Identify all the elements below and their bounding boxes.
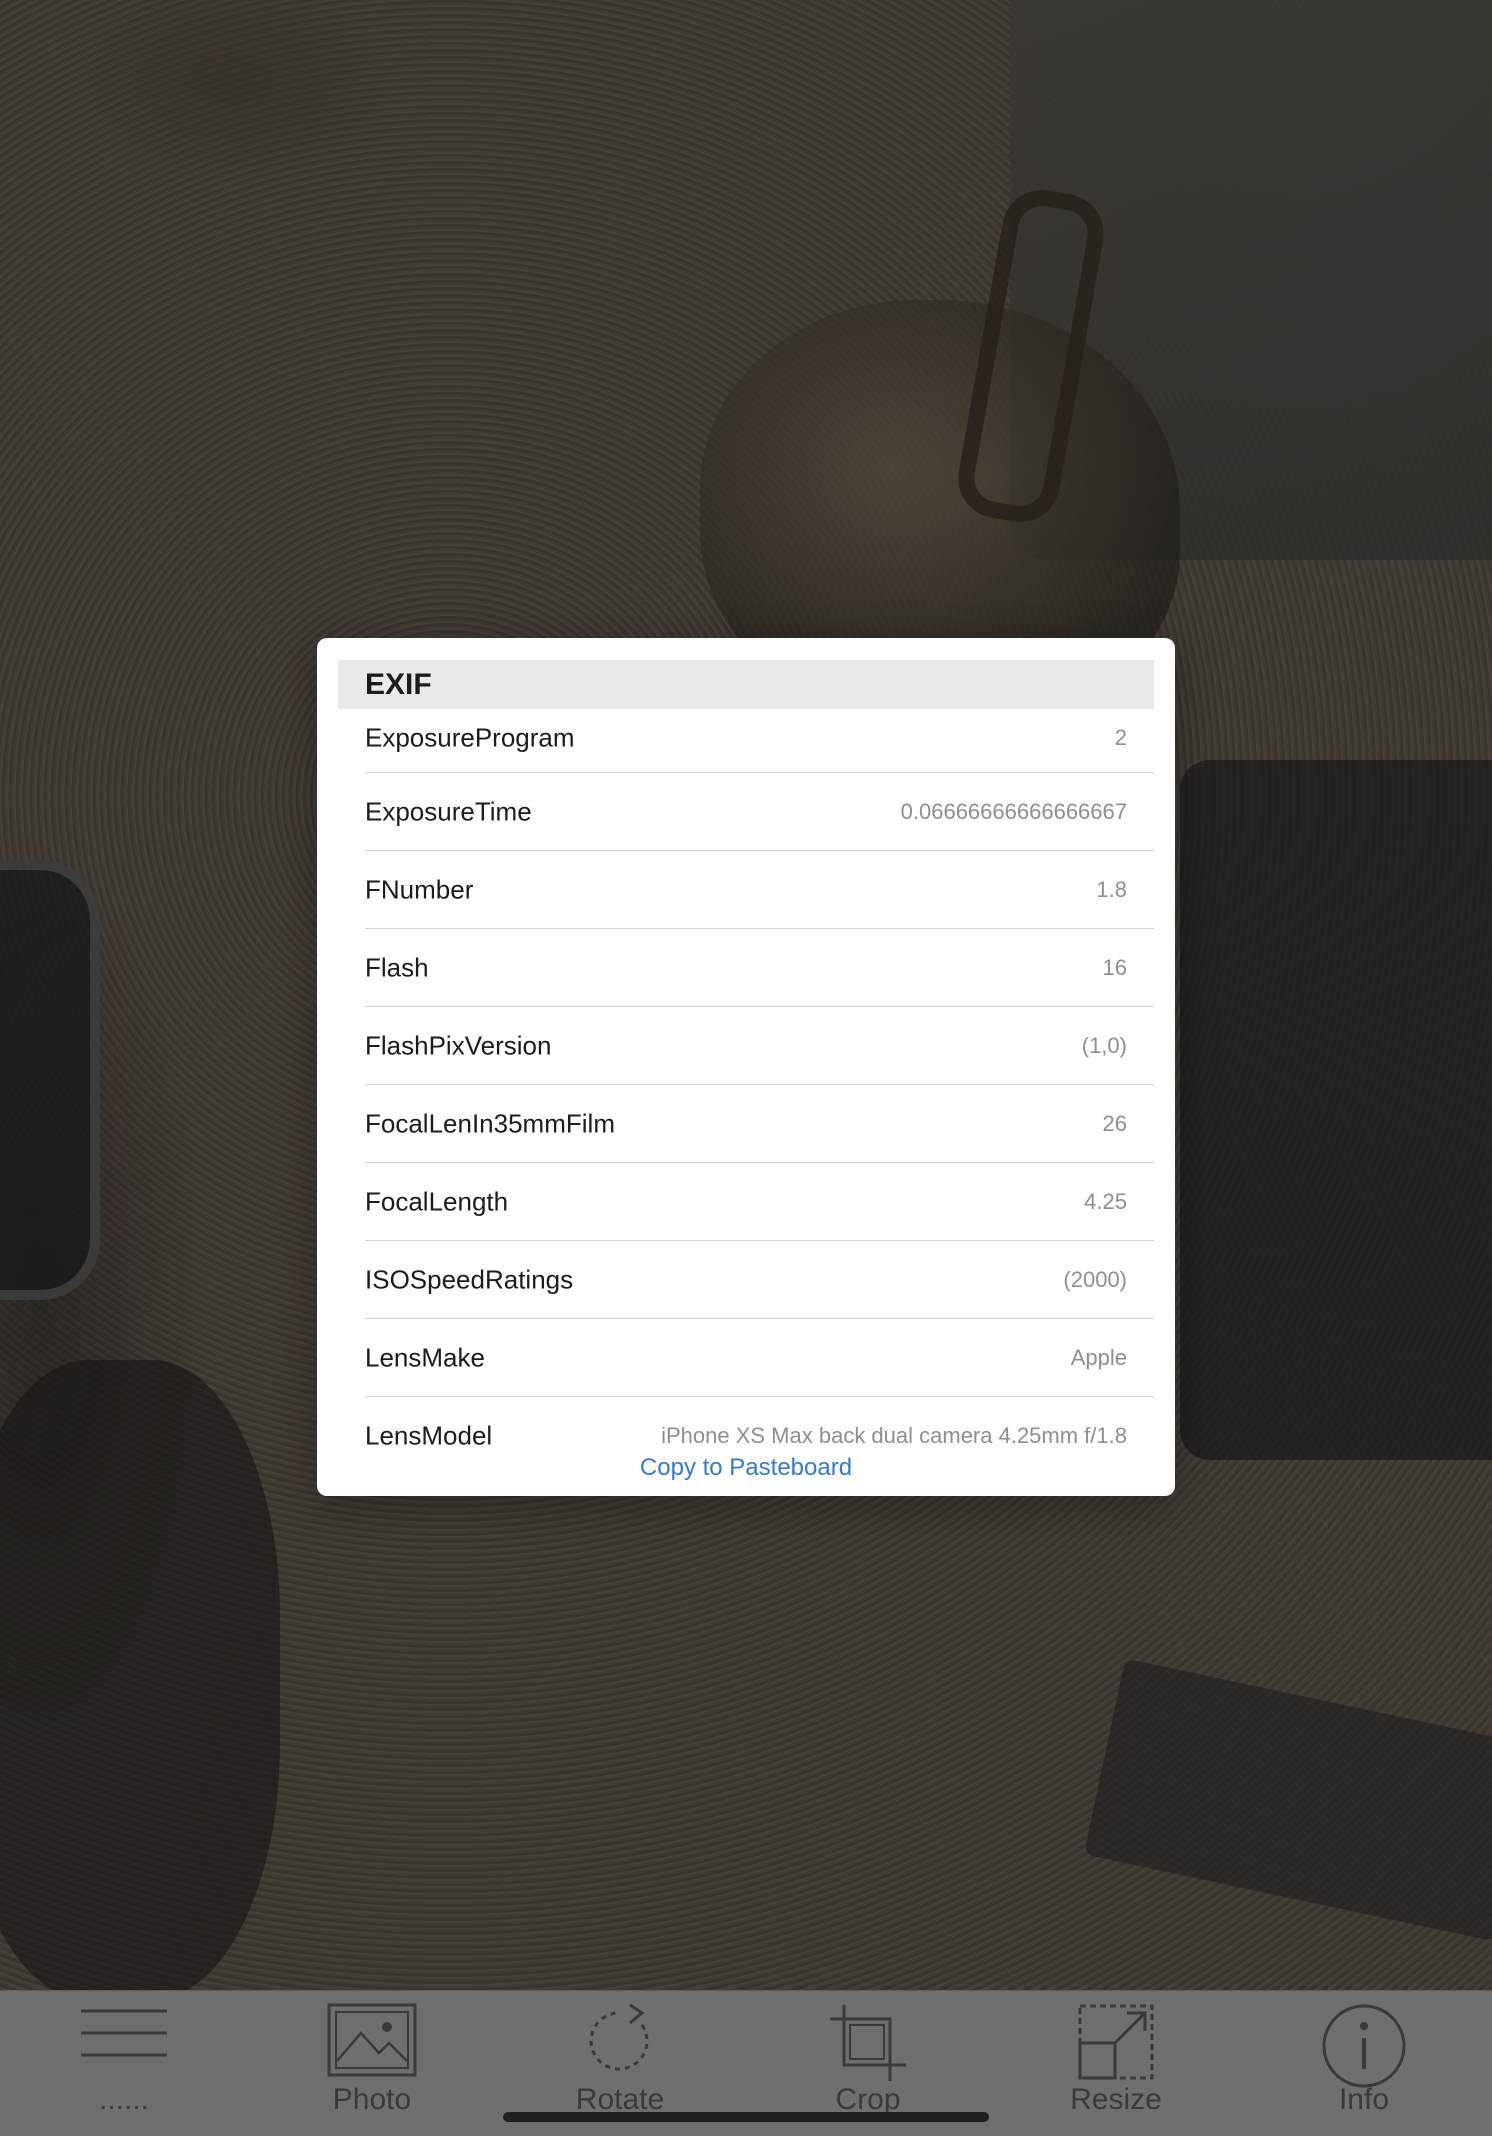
- exif-key: LensMake: [365, 1342, 485, 1373]
- exif-value: 16: [1102, 955, 1127, 980]
- exif-key: FNumber: [365, 874, 474, 905]
- exif-row: Flash 16: [338, 929, 1154, 1007]
- exif-value: 2: [1114, 725, 1127, 751]
- exif-value: (2000): [1063, 1267, 1127, 1292]
- toolbar-info-button[interactable]: Info: [1240, 1991, 1488, 2136]
- exif-row: FocalLenIn35mmFilm 26: [338, 1085, 1154, 1163]
- menu-icon: [81, 2009, 167, 2057]
- exif-value: 0.06666666666666667: [900, 799, 1127, 824]
- info-icon: [1322, 2004, 1406, 2088]
- exif-key: LensModel: [365, 1420, 493, 1451]
- exif-key: FocalLenIn35mmFilm: [365, 1108, 615, 1139]
- exif-row: FlashPixVersion (1,0): [338, 1007, 1154, 1085]
- exif-popover: EXIF ExposureProgram 2 ExposureTime 0.06…: [317, 638, 1175, 1496]
- photo-icon: [327, 2003, 417, 2077]
- rotate-icon: [589, 2003, 649, 2071]
- exif-value: iPhone XS Max back dual camera 4.25mm f/…: [661, 1423, 1127, 1448]
- crop-icon: [830, 2005, 906, 2081]
- resize-icon: [1078, 2004, 1154, 2080]
- home-indicator[interactable]: [503, 2112, 989, 2122]
- copy-to-pasteboard-button[interactable]: Copy to Pasteboard: [317, 1454, 1175, 1482]
- toolbar-label: Info: [1338, 2083, 1390, 2116]
- toolbar-label: Photo: [332, 2083, 412, 2116]
- toolbar-menu-button[interactable]: ......: [0, 1991, 248, 2136]
- exif-value: Apple: [1070, 1345, 1127, 1370]
- exif-value: 26: [1102, 1111, 1127, 1136]
- toolbar-label: Resize: [1070, 2083, 1162, 2116]
- exif-row: LensMake Apple: [338, 1319, 1154, 1397]
- toolbar-photo-button[interactable]: Photo: [248, 1991, 496, 2136]
- exif-key: ISOSpeedRatings: [365, 1264, 574, 1295]
- toolbar-resize-button[interactable]: Resize: [992, 1991, 1240, 2136]
- exif-row: ISOSpeedRatings (2000): [338, 1241, 1154, 1319]
- exif-row: ExposureProgram 2: [338, 709, 1154, 773]
- section-header: EXIF: [338, 660, 1154, 710]
- exif-table[interactable]: EXIF ExposureProgram 2 ExposureTime 0.06…: [338, 660, 1154, 1460]
- exif-row: FNumber 1.8: [338, 851, 1154, 929]
- exif-value: 1.8: [1096, 877, 1127, 902]
- exif-row: ExposureTime 0.06666666666666667: [338, 773, 1154, 851]
- section-title: EXIF: [365, 668, 432, 701]
- toolbar-label: ......: [98, 2083, 149, 2116]
- exif-value: (1,0): [1081, 1033, 1127, 1058]
- exif-key: ExposureTime: [365, 796, 532, 827]
- exif-key: ExposureProgram: [365, 722, 575, 753]
- exif-value: 4.25: [1084, 1189, 1127, 1214]
- exif-row: LensModel iPhone XS Max back dual camera…: [338, 1397, 1154, 1460]
- exif-row: FocalLength 4.25: [338, 1163, 1154, 1241]
- exif-key: FlashPixVersion: [365, 1030, 552, 1061]
- exif-key: FocalLength: [365, 1186, 509, 1217]
- exif-key: Flash: [365, 952, 429, 983]
- exif-rows: ExposureProgram 2 ExposureTime 0.0666666…: [338, 709, 1154, 1460]
